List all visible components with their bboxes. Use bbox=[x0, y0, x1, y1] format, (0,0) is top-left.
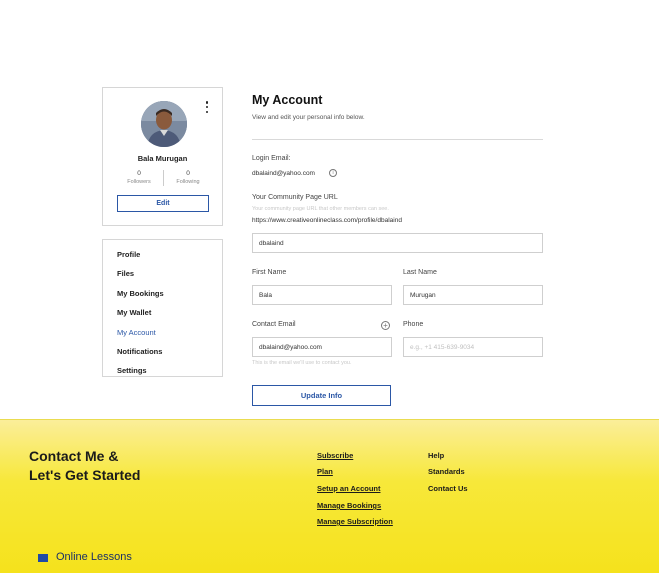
page-title: My Account bbox=[252, 93, 323, 107]
menu-item-my-bookings[interactable]: My Bookings bbox=[103, 284, 222, 303]
login-email-label: Login Email: bbox=[252, 155, 291, 162]
update-info-button[interactable]: Update Info bbox=[252, 385, 391, 406]
more-options-icon[interactable] bbox=[204, 101, 210, 113]
phone-input[interactable] bbox=[403, 337, 543, 357]
menu-item-files[interactable]: Files bbox=[103, 264, 222, 283]
brand-name[interactable]: Online Lessons bbox=[56, 551, 132, 563]
menu-item-notifications[interactable]: Notifications bbox=[103, 342, 222, 361]
profile-card: Bala Murugan 0 Followers 0 Following Edi… bbox=[102, 87, 223, 226]
contact-email-label: Contact Email bbox=[252, 321, 296, 328]
menu-item-my-account[interactable]: My Account bbox=[103, 323, 222, 342]
menu-item-settings[interactable]: Settings bbox=[103, 361, 222, 380]
following-count: 0 bbox=[186, 170, 190, 177]
account-menu: Profile Files My Bookings My Wallet My A… bbox=[102, 239, 223, 377]
menu-item-profile[interactable]: Profile bbox=[103, 245, 222, 264]
followers-stat[interactable]: 0 Followers bbox=[116, 170, 162, 185]
following-label: Following bbox=[176, 179, 200, 185]
footer-link-manage-bookings[interactable]: Manage Bookings bbox=[317, 501, 381, 510]
footer-heading: Contact Me & Let's Get Started bbox=[29, 447, 140, 485]
footer-link-contact-us[interactable]: Contact Us bbox=[428, 484, 468, 493]
last-name-input[interactable] bbox=[403, 285, 543, 305]
community-url-value: https://www.creativeonlineclass.com/prof… bbox=[252, 217, 402, 224]
profile-name: Bala Murugan bbox=[137, 154, 188, 163]
footer-link-standards[interactable]: Standards bbox=[428, 467, 465, 476]
footer-link-plan[interactable]: Plan bbox=[317, 467, 333, 476]
followers-label: Followers bbox=[127, 179, 151, 185]
page-subtitle: View and edit your personal info below. bbox=[252, 114, 365, 121]
avatar[interactable] bbox=[141, 101, 187, 147]
section-divider bbox=[252, 139, 543, 140]
footer-heading-line-1: Contact Me & bbox=[29, 448, 119, 464]
last-name-label: Last Name bbox=[403, 269, 437, 276]
contact-email-input[interactable] bbox=[252, 337, 392, 357]
following-stat[interactable]: 0 Following bbox=[165, 170, 211, 185]
avatar-image bbox=[141, 101, 187, 147]
footer-link-manage-subscription[interactable]: Manage Subscription bbox=[317, 517, 393, 526]
brand-logo-icon bbox=[38, 554, 48, 562]
first-name-label: First Name bbox=[252, 269, 287, 276]
community-url-label: Your Community Page URL bbox=[252, 194, 338, 201]
followers-count: 0 bbox=[137, 170, 141, 177]
phone-label: Phone bbox=[403, 321, 424, 328]
contact-email-hint: This is the email we'll use to contact y… bbox=[252, 360, 352, 366]
footer-heading-line-2: Let's Get Started bbox=[29, 467, 141, 483]
footer: Contact Me & Let's Get Started Subscribe… bbox=[0, 419, 659, 573]
community-slug-input[interactable] bbox=[252, 233, 543, 253]
stat-divider bbox=[163, 170, 164, 186]
community-url-hint: Your community page URL that other membe… bbox=[252, 206, 389, 212]
login-email-value: dbalaind@yahoo.com bbox=[252, 170, 315, 177]
add-email-icon[interactable]: + bbox=[381, 321, 390, 330]
footer-link-setup-account[interactable]: Setup an Account bbox=[317, 484, 380, 493]
first-name-input[interactable] bbox=[252, 285, 392, 305]
footer-link-subscribe[interactable]: Subscribe bbox=[317, 451, 353, 460]
footer-link-help[interactable]: Help bbox=[428, 451, 444, 460]
edit-profile-button[interactable]: Edit bbox=[117, 195, 209, 212]
info-icon[interactable]: i bbox=[329, 169, 337, 177]
menu-item-my-wallet[interactable]: My Wallet bbox=[103, 303, 222, 322]
